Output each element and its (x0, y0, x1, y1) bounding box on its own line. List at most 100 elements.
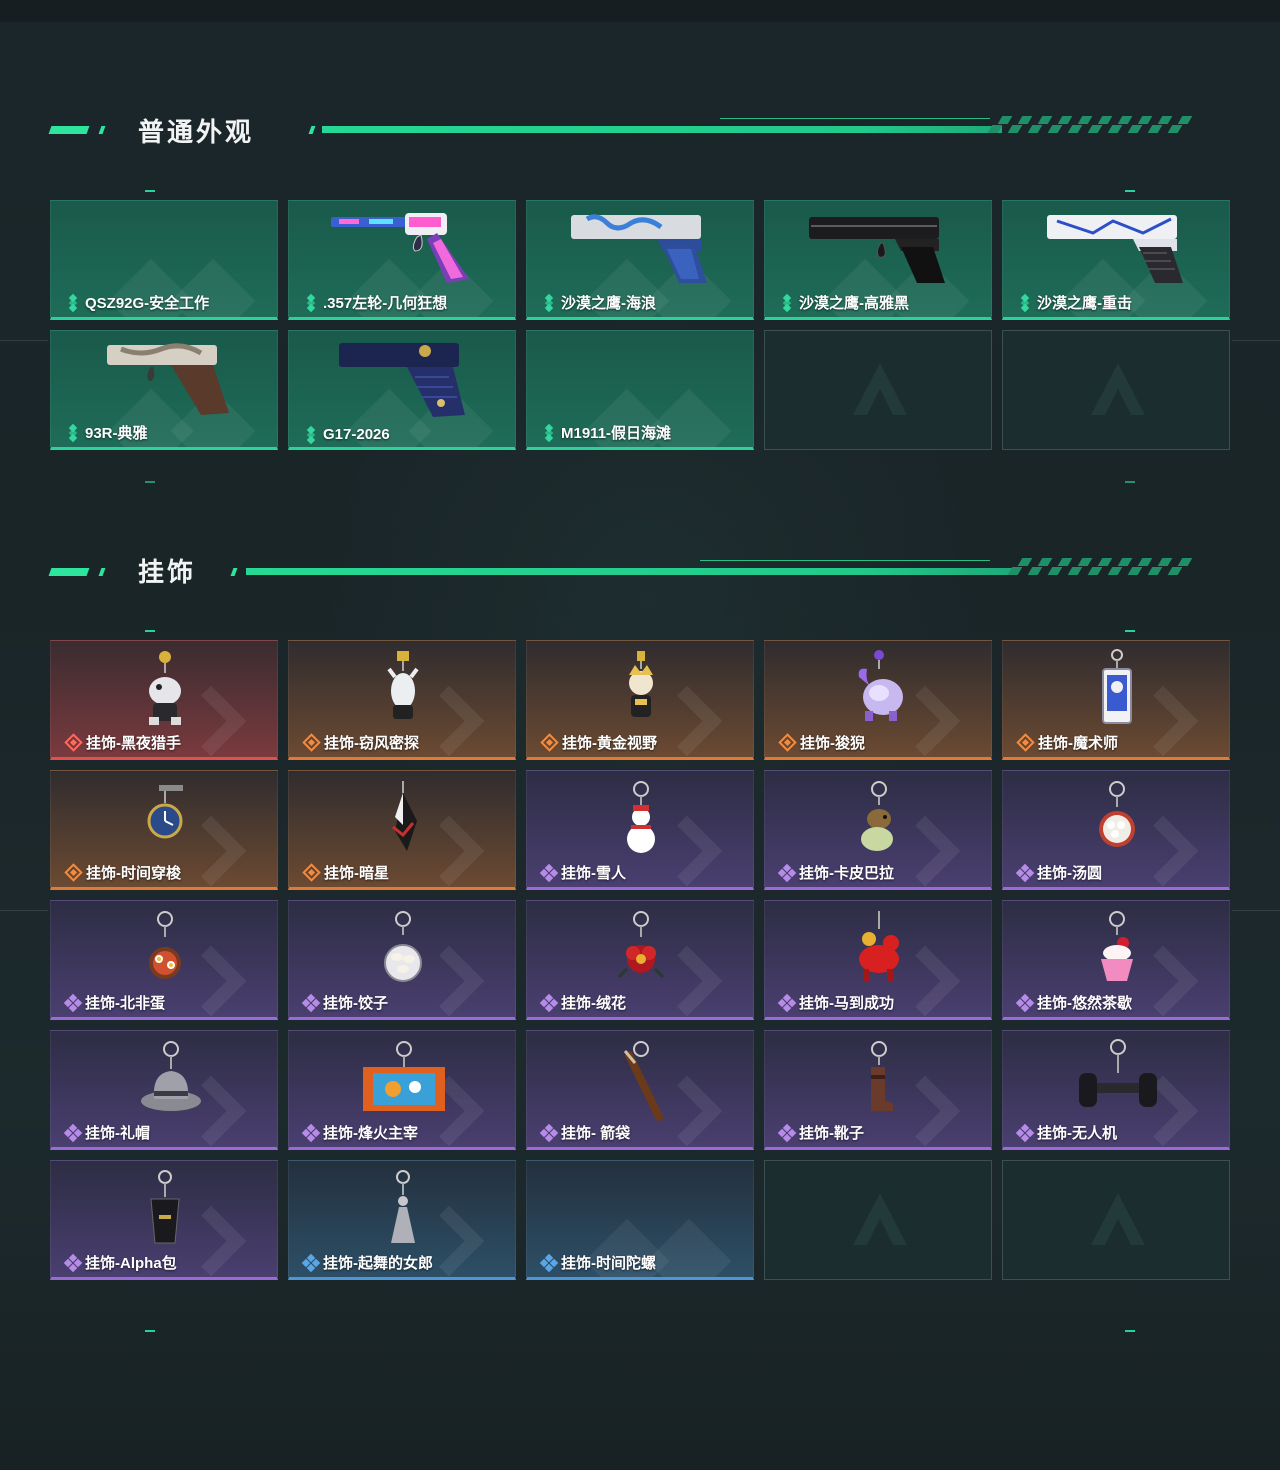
rarity-icon (64, 863, 83, 882)
side-guide-line (1232, 910, 1280, 911)
corner-tick (145, 190, 155, 192)
rarity-icon (1017, 293, 1033, 312)
rarity-icon (541, 423, 557, 442)
charm-card[interactable]: 挂饰-黄金视野 (526, 640, 754, 760)
charm-drone-icon (1079, 1039, 1157, 1107)
rarity-icon (302, 733, 321, 752)
charm-card[interactable]: 挂饰-礼帽 (50, 1030, 278, 1150)
skin-label: M1911-假日海滩 (541, 422, 671, 443)
charm-card[interactable]: 挂饰-饺子 (288, 900, 516, 1020)
skin-card[interactable]: 沙漠之鹰-海浪 (526, 200, 754, 320)
empty-slot (1002, 330, 1230, 450)
skin-label: QSZ92G-安全工作 (65, 292, 209, 313)
rarity-icon (540, 733, 559, 752)
charm-label: 挂饰-暗星 (302, 862, 389, 883)
charm-card[interactable]: 挂饰-Alpha包 (50, 1160, 278, 1280)
desert-eagle-icon (1047, 215, 1183, 283)
charm-card[interactable]: 挂饰-时间陀螺 (526, 1160, 754, 1280)
charm-bowl-icon (149, 911, 181, 979)
charm-card[interactable]: 挂饰-悠然茶歇 (1002, 900, 1230, 1020)
charm-card[interactable]: 挂饰-窃风密探 (288, 640, 516, 760)
section-header-charms: 挂饰 (0, 550, 1280, 590)
charm-card[interactable]: 挂饰-烽火主宰 (288, 1030, 516, 1150)
header-accent-bar (246, 568, 1016, 575)
rarity-icon (303, 425, 319, 444)
charm-figure-icon (858, 650, 903, 721)
charm-figure-icon (392, 781, 417, 851)
charm-card[interactable]: 挂饰-魔术师 (1002, 640, 1230, 760)
charm-card[interactable]: 挂饰-狻猊 (764, 640, 992, 760)
skin-label: G17-2026 (303, 425, 390, 444)
skin-card[interactable]: G17-2026 (288, 330, 516, 450)
rarity-icon (302, 863, 321, 882)
skin-card[interactable]: QSZ92G-安全工作 (50, 200, 278, 320)
section-title: 挂饰 (138, 558, 197, 588)
charm-clock-icon (147, 785, 183, 839)
charm-label: 挂饰- 箭袋 (539, 1122, 630, 1143)
rarity-icon (301, 1123, 321, 1142)
charm-card[interactable]: 挂饰-汤圆 (1002, 770, 1230, 890)
charm-card[interactable]: 挂饰-黑夜猎手 (50, 640, 278, 760)
charm-label: 挂饰-汤圆 (1015, 862, 1102, 883)
charm-card[interactable]: 挂饰-无人机 (1002, 1030, 1230, 1150)
charm-card[interactable]: 挂饰-雪人 (526, 770, 754, 890)
rarity-icon (64, 733, 83, 752)
revolver-icon (331, 213, 469, 283)
header-accent-bar (48, 568, 90, 576)
charm-label: 挂饰-窃风密探 (302, 732, 419, 753)
charm-label: 挂饰-礼帽 (63, 1122, 150, 1143)
charm-snowman-icon (627, 781, 655, 853)
charm-card[interactable]: 挂饰-北非蛋 (50, 900, 278, 1020)
top-band (0, 0, 1280, 22)
charm-label: 挂饰-饺子 (301, 992, 388, 1013)
rarity-icon (65, 293, 81, 312)
rarity-icon (65, 423, 81, 442)
charm-label: 挂饰-卡皮巴拉 (777, 862, 894, 883)
skin-card[interactable]: 93R-典雅 (50, 330, 278, 450)
charm-label: 挂饰-马到成功 (777, 992, 894, 1013)
empty-slot (764, 330, 992, 450)
corner-tick (1125, 1330, 1135, 1332)
rarity-icon (1015, 993, 1035, 1012)
charm-capybara-icon (861, 781, 893, 851)
charm-label: 挂饰-黑夜猎手 (64, 732, 181, 753)
charm-label: 挂饰-雪人 (539, 862, 626, 883)
charm-figure-icon (149, 651, 181, 725)
skin-card[interactable]: .357左轮-几何狂想 (288, 200, 516, 320)
charm-label: 挂饰-无人机 (1015, 1122, 1117, 1143)
charm-card[interactable]: 挂饰-绒花 (526, 900, 754, 1020)
empty-slot-logo-icon (1091, 363, 1145, 415)
charm-quiver-icon (623, 1041, 663, 1121)
charm-card[interactable]: 挂饰- 箭袋 (526, 1030, 754, 1150)
charm-card[interactable]: 挂饰-卡皮巴拉 (764, 770, 992, 890)
rarity-icon (539, 993, 559, 1012)
skin-card[interactable]: 沙漠之鹰-重击 (1002, 200, 1230, 320)
side-guide-line (1232, 340, 1280, 341)
corner-tick (145, 630, 155, 632)
charm-card[interactable]: 挂饰-暗星 (288, 770, 516, 890)
charm-figure-icon (629, 651, 653, 717)
charm-label: 挂饰-起舞的女郎 (301, 1252, 433, 1273)
rarity-icon (539, 1253, 559, 1272)
header-accent-dot (308, 126, 316, 134)
charm-card[interactable]: 挂饰-马到成功 (764, 900, 992, 1020)
charm-hat-icon (141, 1041, 201, 1111)
charm-card[interactable]: 挂饰-时间穿梭 (50, 770, 278, 890)
header-accent-bar (48, 126, 90, 134)
corner-tick (145, 1330, 155, 1332)
charm-cake-icon (1101, 911, 1133, 981)
section-header-skins: 普通外观 (0, 110, 1280, 150)
skin-card[interactable]: M1911-假日海滩 (526, 330, 754, 450)
rarity-icon (1015, 863, 1035, 882)
charm-label: 挂饰-烽火主宰 (301, 1122, 418, 1143)
charm-card[interactable]: 挂饰-起舞的女郎 (288, 1160, 516, 1280)
rarity-icon (301, 993, 321, 1012)
charm-label: 挂饰-靴子 (777, 1122, 864, 1143)
skin-card[interactable]: 沙漠之鹰-高雅黑 (764, 200, 992, 320)
charm-label: 挂饰-绒花 (539, 992, 626, 1013)
charm-label: 挂饰-Alpha包 (63, 1252, 177, 1273)
header-accent-bar (322, 126, 1002, 133)
charm-card[interactable]: 挂饰-靴子 (764, 1030, 992, 1150)
empty-slot-logo-icon (853, 363, 907, 415)
header-accent-dot (230, 568, 238, 576)
